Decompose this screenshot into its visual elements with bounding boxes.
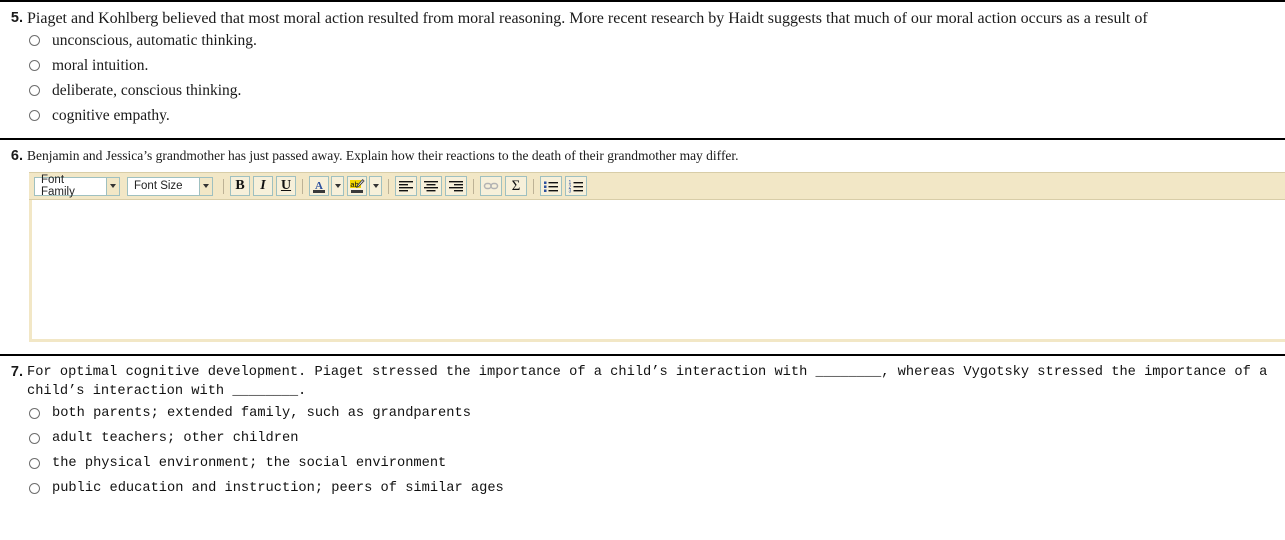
chevron-down-icon[interactable] bbox=[106, 176, 120, 196]
bulleted-list-button[interactable] bbox=[540, 176, 562, 196]
option-label: public education and instruction; peers … bbox=[52, 481, 504, 496]
question-6-header: 6. Benjamin and Jessica’s grandmother ha… bbox=[4, 140, 1281, 166]
question-6-number: 6. bbox=[10, 148, 23, 164]
align-right-icon bbox=[449, 180, 463, 191]
align-right-button[interactable] bbox=[445, 176, 467, 196]
svg-text:3: 3 bbox=[569, 188, 572, 193]
option-label: both parents; extended family, such as g… bbox=[52, 406, 471, 421]
align-left-icon bbox=[399, 180, 413, 191]
svg-text:ab: ab bbox=[350, 180, 358, 189]
radio-button-icon[interactable] bbox=[29, 433, 40, 444]
toolbar-separator bbox=[533, 178, 534, 194]
font-family-value: Font Family bbox=[34, 174, 106, 198]
align-center-button[interactable] bbox=[420, 176, 442, 196]
question-7-option-b[interactable]: adult teachers; other children bbox=[4, 426, 1281, 451]
question-7-number: 7. bbox=[10, 364, 23, 380]
link-icon bbox=[483, 182, 499, 190]
option-label: moral intuition. bbox=[52, 57, 149, 74]
question-7-header: 7. For optimal cognitive development. Pi… bbox=[4, 356, 1281, 401]
italic-button[interactable]: I bbox=[253, 176, 273, 196]
toolbar-separator bbox=[302, 178, 303, 194]
font-size-value: Font Size bbox=[127, 176, 199, 196]
question-5-prompt: Piaget and Kohlberg believed that most m… bbox=[27, 10, 1148, 27]
italic-icon: I bbox=[260, 178, 266, 193]
bold-button[interactable]: B bbox=[230, 176, 250, 196]
radio-button-icon[interactable] bbox=[29, 85, 40, 96]
toolbar-separator bbox=[223, 178, 224, 194]
highlighter-pen-icon: ab bbox=[350, 178, 365, 193]
radio-button-icon[interactable] bbox=[29, 483, 40, 494]
toolbar-separator bbox=[388, 178, 389, 194]
question-6-prompt: Benjamin and Jessica’s grandmother has j… bbox=[27, 148, 739, 163]
radio-button-icon[interactable] bbox=[29, 458, 40, 469]
underline-button[interactable]: U bbox=[276, 176, 296, 196]
question-5-option-d[interactable]: cognitive empathy. bbox=[4, 103, 1281, 128]
numbered-list-button[interactable]: 1 2 3 bbox=[565, 176, 587, 196]
align-left-button[interactable] bbox=[395, 176, 417, 196]
question-5-option-c[interactable]: deliberate, conscious thinking. bbox=[4, 78, 1281, 103]
align-center-icon bbox=[424, 180, 438, 191]
numbered-list-icon: 1 2 3 bbox=[569, 180, 583, 193]
editor-toolbar: Font Family Font Size B I U A ab Σ 1 2 3 bbox=[29, 172, 1285, 200]
bulleted-list-icon bbox=[544, 181, 558, 192]
question-5-options: unconscious, automatic thinking. moral i… bbox=[4, 28, 1281, 128]
highlight-button[interactable]: ab bbox=[347, 176, 367, 196]
radio-button-icon[interactable] bbox=[29, 408, 40, 419]
font-size-dropdown[interactable]: Font Size bbox=[127, 176, 213, 196]
option-label: adult teachers; other children bbox=[52, 431, 299, 446]
underline-icon: U bbox=[280, 178, 292, 193]
question-6-block: 6. Benjamin and Jessica’s grandmother ha… bbox=[0, 140, 1285, 342]
highlight-color-control[interactable]: ab bbox=[347, 176, 382, 196]
question-5-header: 5. Piaget and Kohlberg believed that mos… bbox=[4, 2, 1281, 28]
question-5-option-a[interactable]: unconscious, automatic thinking. bbox=[4, 28, 1281, 53]
radio-button-icon[interactable] bbox=[29, 60, 40, 71]
font-color-control[interactable]: A bbox=[309, 176, 344, 196]
question-5-number: 5. bbox=[10, 10, 23, 26]
option-label: deliberate, conscious thinking. bbox=[52, 82, 242, 99]
question-7-option-a[interactable]: both parents; extended family, such as g… bbox=[4, 401, 1281, 426]
radio-button-icon[interactable] bbox=[29, 35, 40, 46]
highlight-color-chevron-down-icon[interactable] bbox=[369, 176, 382, 196]
question-7-prompt: For optimal cognitive development. Piage… bbox=[27, 365, 1268, 399]
question-5-block: 5. Piaget and Kohlberg believed that mos… bbox=[0, 2, 1285, 128]
radio-button-icon[interactable] bbox=[29, 110, 40, 121]
toolbar-separator bbox=[473, 178, 474, 194]
chevron-down-icon[interactable] bbox=[199, 176, 213, 196]
question-7-options: both parents; extended family, such as g… bbox=[4, 401, 1281, 501]
insert-equation-button[interactable]: Σ bbox=[505, 176, 527, 196]
question-7-option-d[interactable]: public education and instruction; peers … bbox=[4, 476, 1281, 501]
option-label: unconscious, automatic thinking. bbox=[52, 32, 257, 49]
question-7-option-c[interactable]: the physical environment; the social env… bbox=[4, 451, 1281, 476]
insert-link-button[interactable] bbox=[480, 176, 502, 196]
rich-text-editor: Font Family Font Size B I U A ab Σ 1 2 3 bbox=[29, 172, 1285, 342]
font-color-button[interactable]: A bbox=[309, 176, 329, 196]
question-7-block: 7. For optimal cognitive development. Pi… bbox=[0, 356, 1285, 501]
font-family-dropdown[interactable]: Font Family bbox=[34, 174, 120, 198]
font-color-icon: A bbox=[313, 180, 325, 193]
option-label: cognitive empathy. bbox=[52, 107, 170, 124]
question-5-option-b[interactable]: moral intuition. bbox=[4, 53, 1281, 78]
sigma-icon: Σ bbox=[511, 177, 521, 194]
answer-textarea[interactable] bbox=[29, 200, 1285, 342]
option-label: the physical environment; the social env… bbox=[52, 456, 447, 471]
font-color-chevron-down-icon[interactable] bbox=[331, 176, 344, 196]
bold-icon: B bbox=[235, 178, 245, 193]
